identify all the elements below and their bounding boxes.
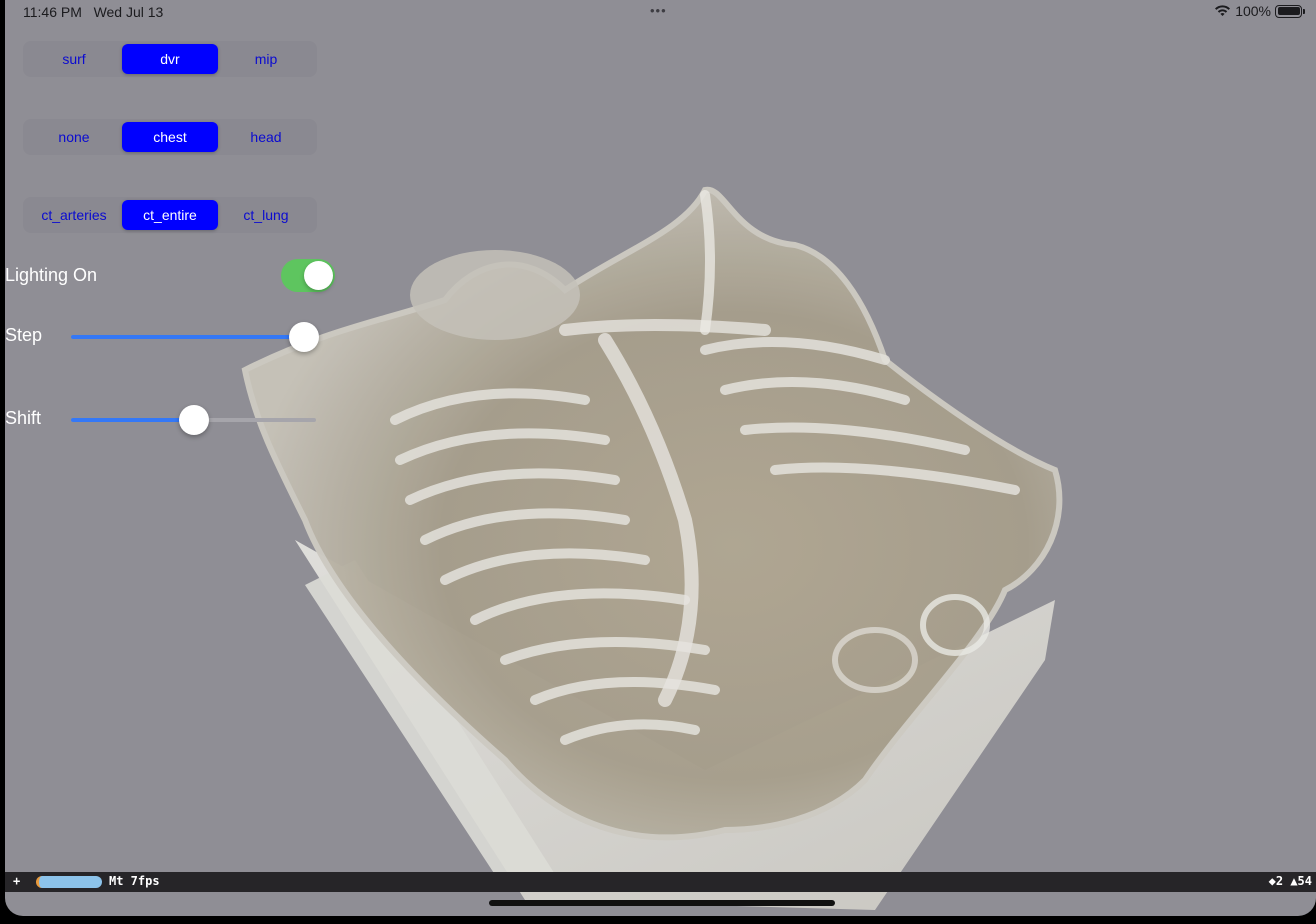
segment-chest[interactable]: chest	[122, 122, 218, 152]
multitask-dots[interactable]: •••	[650, 3, 667, 18]
home-indicator[interactable]	[489, 900, 835, 906]
hud-expand-button[interactable]: +	[13, 874, 20, 888]
status-clock: 11:46 PM Wed Jul 13	[23, 4, 163, 20]
shoulder-shape	[410, 250, 580, 340]
debug-hud: + Mt 7fps ◆2 ▲54	[5, 872, 1316, 892]
segment-dvr[interactable]: dvr	[122, 44, 218, 74]
segment-head[interactable]: head	[218, 122, 314, 152]
segment-ct-entire[interactable]: ct_entire	[122, 200, 218, 230]
slider-thumb[interactable]	[288, 322, 319, 352]
render-mode-segmented-control[interactable]: surf dvr mip	[23, 41, 317, 77]
lighting-label: Lighting On	[5, 265, 98, 285]
clavicle	[559, 319, 771, 336]
step-slider[interactable]	[71, 322, 319, 352]
battery-tip	[1303, 8, 1305, 14]
slider-thumb[interactable]	[178, 405, 209, 435]
lighting-toggle[interactable]	[281, 259, 335, 292]
slider-fill	[71, 418, 194, 422]
segment-mip[interactable]: mip	[218, 44, 314, 74]
app-screen: 11:46 PM Wed Jul 13 ••• 100% surf dvr mip …	[5, 0, 1316, 916]
transfer-function-segmented-control[interactable]: ct_arteries ct_entire ct_lung	[23, 197, 317, 233]
segment-surf[interactable]: surf	[26, 44, 122, 74]
wifi-icon	[1215, 5, 1231, 16]
slider-fill	[71, 335, 304, 339]
step-label: Step	[5, 325, 43, 345]
spine	[700, 190, 715, 335]
toggle-knob[interactable]	[304, 261, 333, 290]
segment-none[interactable]: none	[26, 122, 122, 152]
battery-level	[1277, 7, 1300, 15]
status-date: Wed Jul 13	[93, 4, 164, 20]
shift-label: Shift	[5, 408, 42, 428]
segment-ct-lung[interactable]: ct_lung	[218, 200, 314, 230]
status-indicators: 100%	[1214, 3, 1305, 19]
hud-fps: Mt 7fps	[109, 874, 160, 888]
segment-ct-arteries[interactable]: ct_arteries	[26, 200, 122, 230]
battery-icon	[1275, 4, 1305, 18]
hud-stats: ◆2 ▲54	[1268, 874, 1312, 888]
shift-slider[interactable]	[71, 405, 316, 435]
battery-percent: 100%	[1235, 3, 1271, 19]
preset-segmented-control[interactable]: none chest head	[23, 119, 317, 155]
hud-frame-meter	[36, 876, 102, 888]
status-time: 11:46 PM	[23, 4, 82, 20]
